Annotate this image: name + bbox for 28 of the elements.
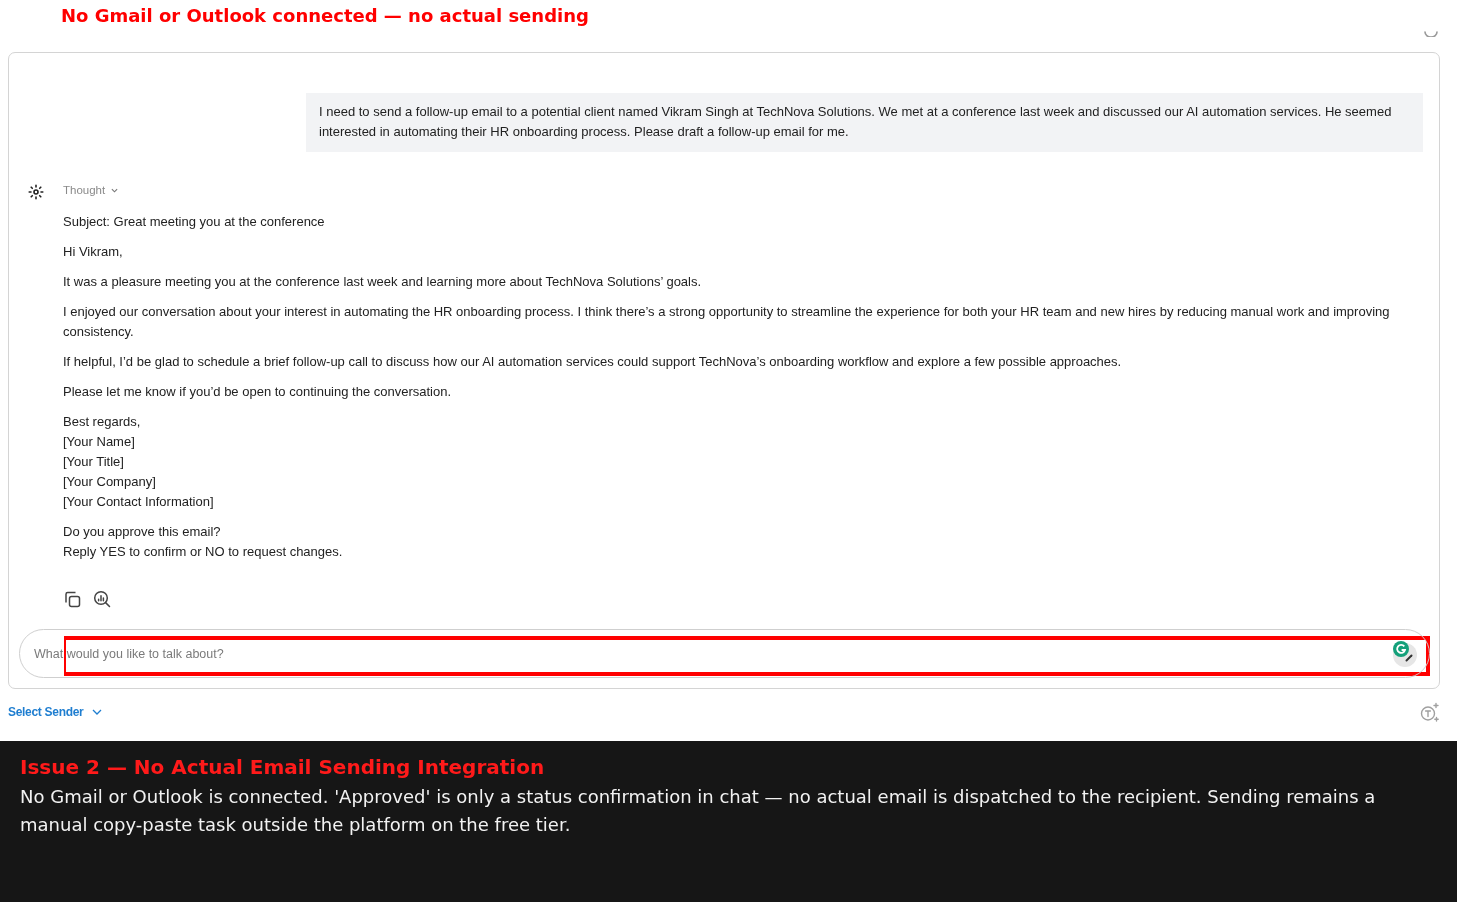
email-line: If helpful, I’d be glad to schedule a brief follow-up call to discuss how our AI automation services could support TechNova’s onboarding workflow and explore a few possible approaches.	[63, 353, 1122, 371]
select-sender-dropdown[interactable]: Select Sender	[8, 705, 103, 719]
email-line: Subject: Great meeting you at the conference	[63, 213, 325, 231]
email-line: [Your Company]	[63, 473, 157, 491]
email-line: It was a pleasure meeting you at the conference last week and learning more about TechNova Solutions’ goals.	[63, 273, 702, 291]
caret-icon	[111, 187, 119, 193]
warning-title: No Gmail or Outlook connected — no actual sending	[61, 5, 589, 27]
caret-icon	[92, 709, 103, 715]
email-line: [Your Name]	[63, 433, 136, 451]
email-line: Please let me know if you’d be open to continuing the conversation.	[63, 383, 452, 401]
thought-toggle[interactable]: Thought	[63, 180, 119, 200]
email-line: [Your Contact Information]	[63, 493, 214, 511]
message-input[interactable]: What would you like to talk about?	[19, 629, 1430, 678]
email-line: I enjoyed our conversation about your interest in automating the HR onboarding process. I think there’s a strong opportunity to streamline the experience for both your HR team and new hires by reducing manual work and improving consistency.	[63, 303, 1391, 341]
spinner-icon	[1424, 31, 1438, 37]
email-line: [Your Title]	[63, 453, 125, 471]
chart-search-icon[interactable]	[93, 590, 111, 608]
issue-description: No Gmail or Outlook is connected. 'Approved' is only a status confirmation in chat — no actual email is dispatched to the recipient. Sending remains a manual copy-paste task outside the platform on the free tier.	[20, 785, 1377, 837]
letter-g-pencil-icon[interactable]	[1390, 639, 1418, 667]
email-line: Reply YES to confirm or NO to request changes.	[63, 543, 343, 561]
radial-dots-icon	[28, 184, 44, 200]
issue-title: Issue 2 — No Actual Email Sending Integration	[20, 755, 546, 779]
copy-icon[interactable]	[63, 590, 81, 608]
text-sparkle-icon[interactable]	[1420, 702, 1440, 722]
user-message: I need to send a follow-up email to a potential client named Vikram Singh at TechNova Solutions. We met at a conference last week and discussed our AI automation services. He seemed interested in automating their HR onboarding process. Please draft a follow-up email for me.	[306, 93, 1423, 152]
email-line: Do you approve this email?	[63, 523, 222, 541]
email-line: Hi Vikram,	[63, 243, 123, 261]
email-line: Best regards,	[63, 413, 142, 431]
